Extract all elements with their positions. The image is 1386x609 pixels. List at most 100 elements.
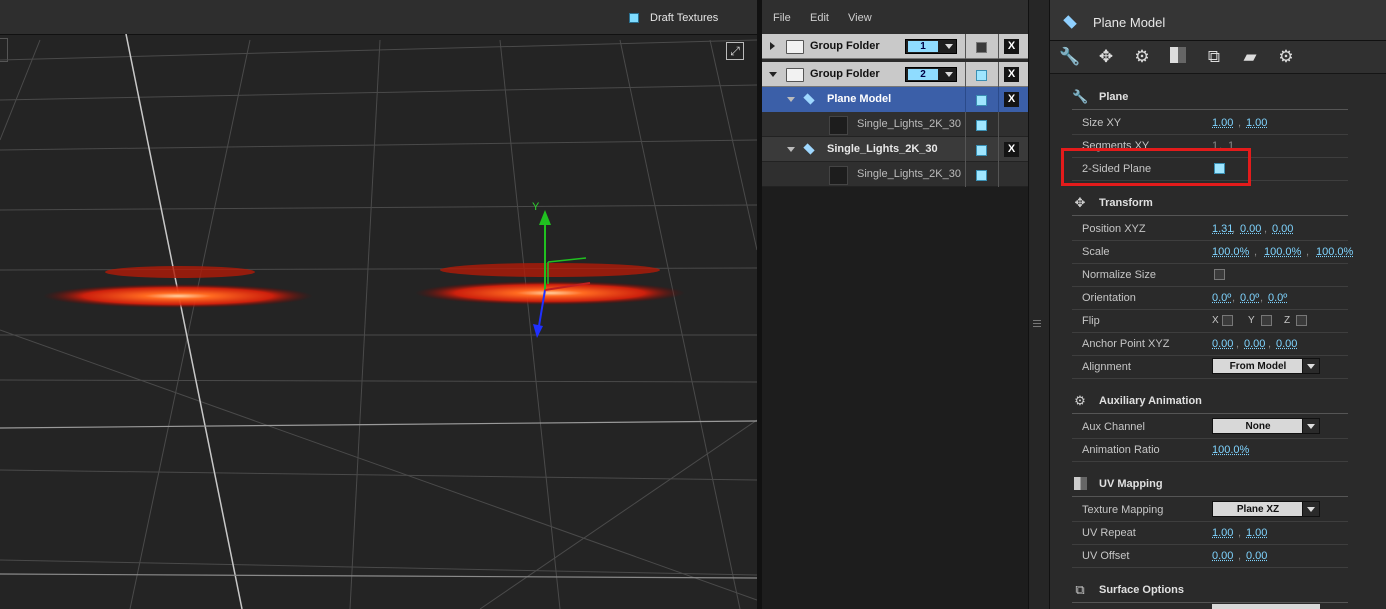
chevron-down-icon bbox=[1302, 359, 1319, 373]
size-x-value[interactable]: 1.00 bbox=[1212, 117, 1233, 129]
prop-label: Aux Channel bbox=[1082, 421, 1145, 433]
horizon-line-lower bbox=[0, 573, 757, 579]
menu-bar: File Edit View bbox=[762, 0, 1028, 35]
checker-icon[interactable] bbox=[1167, 47, 1189, 67]
gears-icon[interactable]: ⚙ bbox=[1131, 47, 1153, 67]
size-y-value[interactable]: 1.00 bbox=[1246, 117, 1267, 129]
collapse-arrow-icon[interactable] bbox=[787, 97, 795, 102]
uv-offset-u-value[interactable]: 0.00 bbox=[1212, 550, 1233, 562]
visibility-checkbox[interactable] bbox=[976, 95, 987, 106]
surface-dropdown-partial[interactable] bbox=[1212, 604, 1320, 609]
prop-label: Normalize Size bbox=[1082, 269, 1156, 281]
3d-viewport[interactable]: Draft Textures Y ⤢ bbox=[0, 0, 757, 609]
flip-y-checkbox[interactable] bbox=[1261, 315, 1272, 326]
anchor-y-value[interactable]: 0.00 bbox=[1244, 338, 1265, 350]
close-icon[interactable]: X bbox=[1004, 39, 1019, 54]
menu-edit[interactable]: Edit bbox=[810, 12, 829, 24]
viewport-toolbar: Draft Textures bbox=[0, 0, 757, 62]
visibility-checkbox[interactable] bbox=[976, 42, 987, 53]
uv-offset-v-value[interactable]: 0.00 bbox=[1246, 550, 1267, 562]
layer-label: Single_Lights_2K_30 bbox=[857, 118, 961, 130]
separator: , bbox=[1306, 246, 1310, 258]
maximize-viewport-icon[interactable]: ⤢ bbox=[726, 42, 744, 60]
panel-divider-grip[interactable] bbox=[1028, 0, 1050, 609]
position-y-value[interactable]: 0.00 bbox=[1240, 223, 1261, 235]
draft-textures-checkbox[interactable] bbox=[629, 13, 639, 23]
visibility-checkbox[interactable] bbox=[976, 170, 987, 181]
separator: , bbox=[1238, 550, 1242, 562]
section-uv-mapping[interactable]: UV Mapping bbox=[1072, 474, 1348, 497]
layer-row-sublayer[interactable]: Single_Lights_2K_30 bbox=[762, 112, 1028, 137]
section-surface-options[interactable]: ⧉ Surface Options bbox=[1072, 580, 1348, 603]
settings-icon[interactable]: ⚙ bbox=[1275, 47, 1297, 67]
layer-thumbnail bbox=[829, 116, 848, 135]
section-transform[interactable]: ✥ Transform bbox=[1072, 193, 1348, 216]
scale-z-value[interactable]: 100.0% bbox=[1316, 246, 1353, 258]
layer-row-plane-model[interactable]: Plane Model X bbox=[762, 87, 1028, 112]
section-title: Auxiliary Animation bbox=[1099, 395, 1202, 407]
texture-mapping-dropdown[interactable]: Plane XZ bbox=[1212, 501, 1320, 517]
layer-row-sublayer[interactable]: Single_Lights_2K_30 bbox=[762, 162, 1028, 187]
collapse-arrow-icon[interactable] bbox=[769, 72, 777, 77]
viewport-scene[interactable]: Y bbox=[0, 34, 757, 609]
anchor-z-value[interactable]: 0.00 bbox=[1276, 338, 1297, 350]
prop-orientation: Orientation 0.0º , 0.0º , 0.0º bbox=[1072, 286, 1348, 310]
section-auxiliary-animation[interactable]: ⚙ Auxiliary Animation bbox=[1072, 391, 1348, 414]
alignment-dropdown[interactable]: From Model bbox=[1212, 358, 1320, 374]
properties-title: Plane Model bbox=[1093, 15, 1166, 30]
prop-label: Animation Ratio bbox=[1082, 444, 1160, 456]
section-plane[interactable]: 🔧 Plane bbox=[1072, 87, 1348, 110]
chevron-down-icon bbox=[1302, 502, 1319, 516]
section-title: Transform bbox=[1099, 197, 1153, 209]
position-z-value[interactable]: 0.00 bbox=[1272, 223, 1293, 235]
visibility-checkbox[interactable] bbox=[976, 70, 987, 81]
close-icon[interactable]: X bbox=[1004, 67, 1019, 82]
layer-row-single-lights[interactable]: Single_Lights_2K_30 X bbox=[762, 137, 1028, 162]
visibility-checkbox[interactable] bbox=[976, 145, 987, 156]
light-object-right[interactable] bbox=[415, 263, 685, 305]
group-number-select[interactable]: 1 bbox=[905, 39, 957, 54]
orientation-y-value[interactable]: 0.0º bbox=[1240, 292, 1259, 304]
collapse-arrow-icon[interactable] bbox=[787, 147, 795, 152]
scale-y-value[interactable]: 100.0% bbox=[1264, 246, 1301, 258]
prop-size-xy: Size XY 1.00 , 1.00 bbox=[1072, 111, 1348, 135]
orientation-z-value[interactable]: 0.0º bbox=[1268, 292, 1287, 304]
uv-repeat-v-value[interactable]: 1.00 bbox=[1246, 527, 1267, 539]
uv-repeat-u-value[interactable]: 1.00 bbox=[1212, 527, 1233, 539]
dropdown-value: None bbox=[1245, 421, 1271, 432]
properties-scrollbar[interactable] bbox=[1367, 76, 1375, 609]
light-object-left[interactable] bbox=[43, 266, 313, 308]
chevron-down-icon bbox=[945, 44, 953, 49]
scale-x-value[interactable]: 100.0% bbox=[1212, 246, 1249, 258]
layer-row-group-folder-2[interactable]: Group Folder 2 X bbox=[762, 62, 1028, 87]
flip-x-checkbox[interactable] bbox=[1222, 315, 1233, 326]
animation-ratio-value[interactable]: 100.0% bbox=[1212, 444, 1249, 456]
prop-label: Anchor Point XYZ bbox=[1082, 338, 1170, 350]
uv-icon[interactable]: ⧉ bbox=[1203, 47, 1225, 67]
section-title: UV Mapping bbox=[1099, 478, 1163, 490]
grid-lines bbox=[0, 39, 757, 609]
menu-file[interactable]: File bbox=[773, 12, 791, 24]
separator: , bbox=[1232, 292, 1236, 304]
layer-row-group-folder-1[interactable]: Group Folder 1 X bbox=[762, 34, 1028, 59]
wrench-icon[interactable]: 🔧 bbox=[1059, 47, 1081, 67]
surface-icon[interactable]: ▰ bbox=[1239, 47, 1261, 67]
layers-empty-area[interactable] bbox=[762, 187, 1028, 609]
group-number-select[interactable]: 2 bbox=[905, 67, 957, 82]
grip-icon bbox=[1033, 320, 1041, 329]
checker-icon bbox=[1072, 477, 1088, 491]
normalize-size-checkbox[interactable] bbox=[1214, 269, 1225, 280]
expand-arrow-icon[interactable] bbox=[770, 42, 775, 50]
visibility-checkbox[interactable] bbox=[976, 120, 987, 131]
close-icon[interactable]: X bbox=[1004, 92, 1019, 107]
flip-z-checkbox[interactable] bbox=[1296, 315, 1307, 326]
move-icon[interactable]: ✥ bbox=[1095, 47, 1117, 67]
separator: , bbox=[1254, 246, 1258, 258]
aux-channel-dropdown[interactable]: None bbox=[1212, 418, 1320, 434]
prop-uv-offset: UV Offset 0.00 , 0.00 bbox=[1072, 544, 1348, 568]
position-x-value[interactable]: 1.31 bbox=[1212, 223, 1233, 235]
close-icon[interactable]: X bbox=[1004, 142, 1019, 157]
anchor-x-value[interactable]: 0.00 bbox=[1212, 338, 1233, 350]
menu-view[interactable]: View bbox=[848, 12, 872, 24]
orientation-x-value[interactable]: 0.0º bbox=[1212, 292, 1231, 304]
